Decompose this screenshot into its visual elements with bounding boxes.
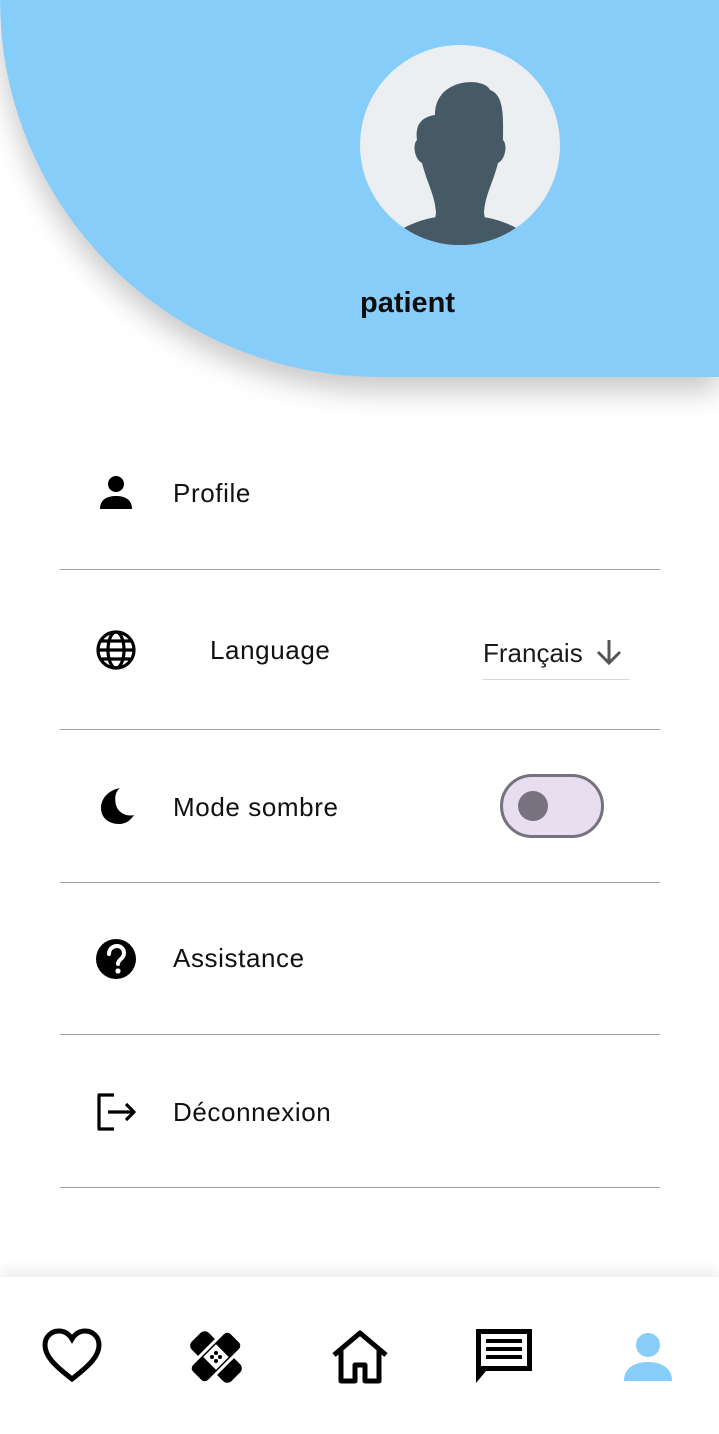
profile-header: patient (0, 0, 719, 377)
bandage-icon (188, 1329, 244, 1385)
divider (60, 1034, 660, 1035)
logout-icon (94, 1090, 138, 1134)
language-dropdown[interactable]: Français (483, 636, 629, 680)
default-avatar-icon (382, 82, 538, 245)
menu-item-label: Assistance (173, 943, 305, 973)
divider (60, 1187, 660, 1188)
nav-item-profile[interactable] (616, 1325, 680, 1389)
nav-item-care[interactable] (184, 1325, 248, 1389)
person-icon (94, 471, 138, 515)
globe-icon (94, 628, 138, 672)
dark-mode-toggle[interactable] (500, 774, 604, 838)
home-icon (332, 1330, 388, 1384)
divider (60, 882, 660, 883)
avatar[interactable] (360, 45, 560, 245)
toggle-knob (518, 791, 548, 821)
help-circle-icon (94, 937, 138, 981)
heart-icon (42, 1328, 102, 1383)
menu-item-label: Déconnexion (173, 1097, 332, 1127)
menu-item-label: Language (210, 635, 331, 665)
language-selected-value: Français (483, 638, 583, 668)
arrow-down-icon (596, 640, 622, 666)
bottom-navigation (0, 1277, 719, 1434)
nav-item-favorites[interactable] (40, 1325, 104, 1389)
menu-item-label: Mode sombre (173, 792, 339, 822)
divider (60, 729, 660, 730)
person-icon (624, 1333, 672, 1381)
chat-icon (476, 1329, 532, 1383)
nav-item-messages[interactable] (472, 1325, 536, 1389)
nav-item-home[interactable] (328, 1325, 392, 1389)
menu-item-label: Profile (173, 478, 251, 508)
divider (60, 569, 660, 570)
moon-icon (94, 784, 138, 828)
username: patient (360, 287, 456, 319)
